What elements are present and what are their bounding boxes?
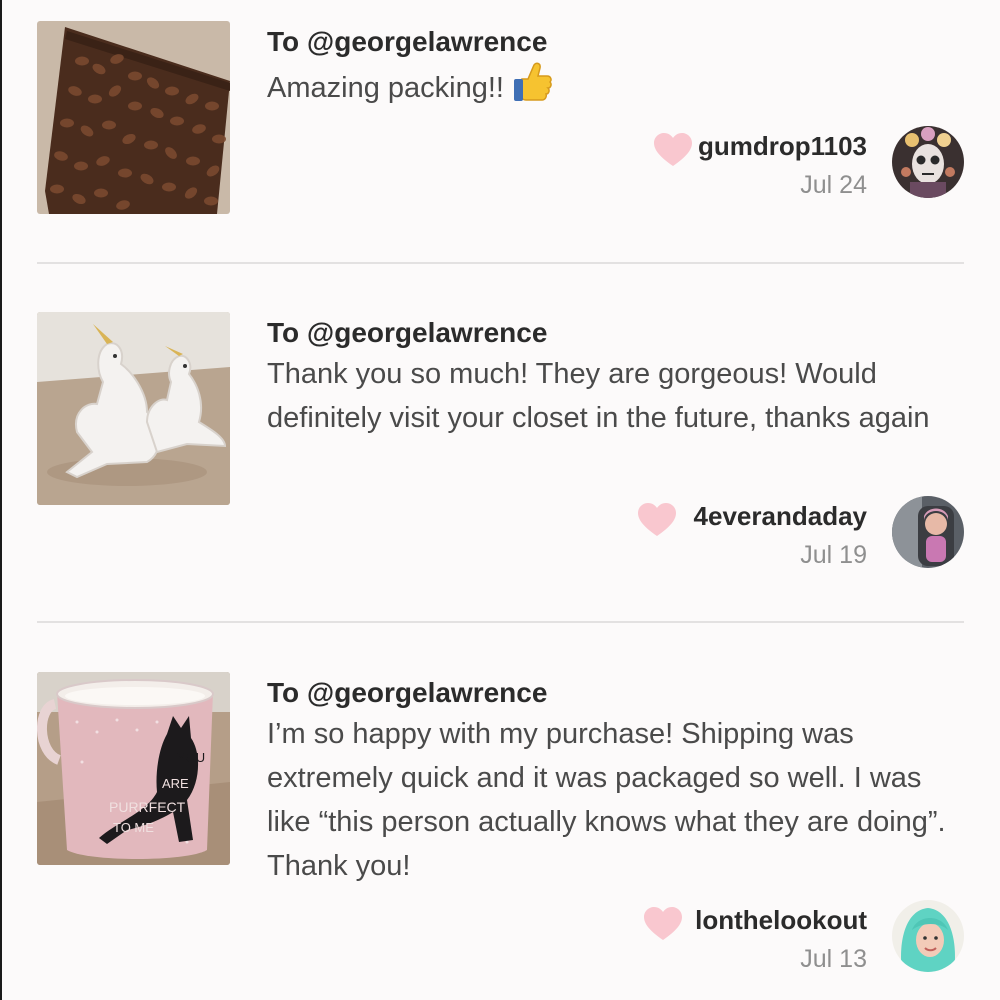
reviewer-username[interactable]: 4everandaday	[694, 500, 867, 532]
review-message: I’m so happy with my purchase! Shipping …	[267, 718, 946, 882]
review-content: To @georgelawrence I’m so happy with my …	[267, 672, 967, 888]
thumbs-up-icon	[512, 61, 552, 116]
review-content: To @georgelawrence Amazing packing!!	[267, 21, 967, 116]
reviewer-avatar[interactable]	[892, 126, 964, 198]
unicorn-figurines-image	[37, 312, 230, 505]
mug-text-you: YOU	[177, 750, 205, 765]
review-meta: 4everandaday Jul 19	[544, 496, 964, 580]
review-message: Amazing packing!!	[267, 61, 967, 116]
heart-icon[interactable]	[654, 133, 692, 167]
review-content: To @georgelawrence Thank you so much! Th…	[267, 312, 967, 440]
sugar-skull-avatar-image	[892, 126, 964, 198]
coffee-beans-image	[37, 21, 230, 214]
reviewer-avatar[interactable]	[892, 900, 964, 972]
heart-icon[interactable]	[644, 907, 682, 941]
review-date: Jul 19	[800, 541, 867, 569]
review-date: Jul 13	[800, 945, 867, 973]
review-meta: gumdrop1103 Jul 24	[544, 126, 964, 210]
review-message: Thank you so much! They are gorgeous! Wo…	[267, 358, 930, 434]
mug-text-purrfect: PURRFECT	[109, 799, 186, 815]
child-in-car-seat-avatar-image	[892, 496, 964, 568]
review-recipient: To @georgelawrence	[267, 26, 548, 57]
review-message-text: Amazing packing!!	[267, 72, 504, 104]
reviewer-username[interactable]: lonthelookout	[695, 904, 867, 936]
reviewer-avatar[interactable]	[892, 496, 964, 568]
review-feed: To @georgelawrence Amazing packing!! gum…	[0, 0, 1000, 1000]
review-divider	[37, 621, 964, 623]
heart-icon[interactable]	[638, 503, 676, 537]
review-recipient: To @georgelawrence	[267, 317, 548, 348]
review-date: Jul 24	[800, 171, 867, 199]
review-meta: lonthelookout Jul 13	[544, 900, 964, 984]
mug-text-are: ARE	[162, 776, 189, 791]
teal-hair-avatar-image	[892, 900, 964, 972]
cat-mug-image: YOU ARE PURRFECT TO ME	[37, 672, 230, 865]
review-divider	[37, 262, 964, 264]
review-thumbnail-coffee-beans[interactable]	[37, 21, 230, 214]
review-thumbnail-unicorns[interactable]	[37, 312, 230, 505]
review-thumbnail-cat-mug[interactable]: YOU ARE PURRFECT TO ME	[37, 672, 230, 865]
review-recipient: To @georgelawrence	[267, 677, 548, 708]
reviewer-username[interactable]: gumdrop1103	[698, 130, 867, 162]
mug-text-to-me: TO ME	[113, 820, 154, 835]
